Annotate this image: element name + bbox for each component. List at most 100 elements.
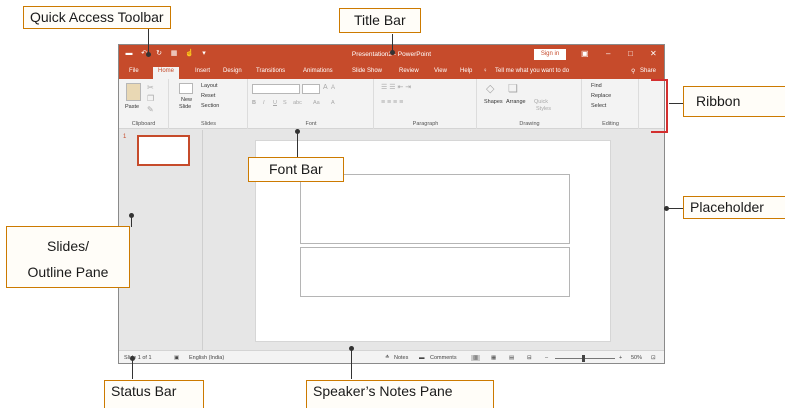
- font-bar-leader: [297, 132, 298, 160]
- notes-icon: ≛: [385, 355, 390, 361]
- slides-group-label: Slides: [201, 121, 216, 127]
- shapes-icon: ◇: [486, 83, 495, 95]
- slides-group: New Slide Layout Reset Section Slides: [170, 79, 248, 129]
- align-icons[interactable]: ≡ ≡ ≡ ≡: [381, 99, 403, 106]
- tab-design[interactable]: Design: [223, 68, 242, 74]
- zoom-level[interactable]: 50%: [631, 355, 642, 361]
- zoom-out-icon[interactable]: –: [545, 355, 548, 361]
- change-case-button[interactable]: Aa: [313, 100, 320, 106]
- title-bar-dot: [390, 50, 395, 55]
- font-name-dropdown[interactable]: [252, 84, 300, 94]
- ribbon-leader: [669, 103, 683, 104]
- format-painter-icon[interactable]: ✎: [147, 105, 154, 114]
- arrange-button[interactable]: Arrange: [506, 99, 526, 105]
- status-bar-leader: [132, 359, 133, 379]
- section-button[interactable]: Section: [201, 103, 219, 109]
- font-bar-callout: Font Bar: [248, 157, 344, 182]
- copy-icon[interactable]: ❐: [147, 94, 154, 103]
- shapes-button[interactable]: Shapes: [484, 99, 503, 105]
- notes-pane-leader: [351, 349, 352, 379]
- quick-styles-button-2[interactable]: Styles: [536, 106, 551, 112]
- slides-pane-dot: [129, 213, 134, 218]
- placeholder-callout: Placeholder: [683, 196, 785, 219]
- font-bar-dot: [295, 129, 300, 134]
- font-group: A A B I U S abc Aa A Font: [249, 79, 374, 129]
- new-slide-label[interactable]: New: [181, 97, 192, 103]
- zoom-slider-thumb[interactable]: [582, 355, 585, 362]
- shadow-button[interactable]: abc: [293, 100, 302, 106]
- clipboard-group-label: Clipboard: [131, 121, 156, 127]
- powerpoint-window: ▬ ↶ ↻ ▦ ☝ ▾ Presentation2 - PowerPoint S…: [118, 44, 665, 364]
- tab-view[interactable]: View: [434, 68, 447, 74]
- spell-check-icon[interactable]: ▣: [174, 355, 179, 361]
- font-color-button[interactable]: A: [331, 100, 335, 106]
- slide-thumbnail[interactable]: [137, 135, 190, 166]
- quick-styles-button[interactable]: Quick: [534, 99, 548, 105]
- cut-icon[interactable]: ✂: [147, 83, 154, 92]
- shrink-font-icon[interactable]: A: [331, 85, 335, 91]
- ribbon-callout: Ribbon: [683, 86, 785, 117]
- bold-button[interactable]: B: [252, 100, 256, 106]
- paste-button[interactable]: Paste: [125, 104, 139, 110]
- select-button[interactable]: Select: [591, 103, 606, 109]
- title-placeholder[interactable]: [300, 174, 570, 244]
- fit-to-window-icon[interactable]: ⊡: [651, 355, 656, 361]
- comments-icon: ▬: [419, 355, 425, 361]
- tab-slide-show[interactable]: Slide Show: [352, 68, 382, 74]
- status-bar-dot: [130, 356, 135, 361]
- slides-pane-callout-line2: Outline Pane: [27, 264, 109, 280]
- font-size-dropdown[interactable]: [302, 84, 320, 94]
- tab-insert[interactable]: Insert: [195, 68, 210, 74]
- slide-sorter-icon[interactable]: ▦: [491, 355, 496, 361]
- tab-file[interactable]: File: [129, 68, 139, 74]
- ribbon-display-options-icon[interactable]: ▣: [581, 49, 589, 59]
- ribbon-tabs: File Home Insert Design Transitions Anim…: [119, 65, 664, 79]
- bullets-icon[interactable]: ☰ ☰ ⇤ ⇥: [381, 83, 411, 91]
- quick-access-leader: [148, 26, 149, 54]
- tab-review[interactable]: Review: [399, 68, 419, 74]
- language-indicator[interactable]: English (India): [189, 355, 224, 361]
- grow-font-icon[interactable]: A: [323, 84, 328, 91]
- slide-number: 1: [123, 134, 127, 140]
- zoom-in-icon[interactable]: +: [619, 355, 622, 361]
- tell-me-search[interactable]: Tell me what you want to do: [495, 68, 569, 74]
- replace-button[interactable]: Replace: [591, 93, 611, 99]
- tab-help[interactable]: Help: [460, 68, 472, 74]
- close-icon[interactable]: ✕: [650, 49, 657, 59]
- reading-view-icon[interactable]: ▤: [509, 355, 514, 361]
- placeholder-leader: [669, 208, 683, 209]
- comments-button[interactable]: Comments: [430, 355, 457, 361]
- layout-button[interactable]: Layout: [201, 83, 218, 89]
- share-button[interactable]: Share: [640, 68, 656, 74]
- slides-pane-leader: [131, 217, 132, 227]
- notes-button[interactable]: Notes: [394, 355, 408, 361]
- tab-home[interactable]: Home: [153, 67, 180, 79]
- tab-transitions[interactable]: Transitions: [256, 68, 285, 74]
- maximize-icon[interactable]: □: [628, 49, 633, 59]
- clipboard-group: Paste ✂ ❐ ✎ Clipboard: [119, 79, 169, 129]
- slideshow-view-icon[interactable]: ⊟: [527, 355, 532, 361]
- share-icon: ⚲: [631, 69, 636, 75]
- tab-animations[interactable]: Animations: [303, 68, 333, 74]
- paragraph-group: ☰ ☰ ⇤ ⇥ ≡ ≡ ≡ ≡ Paragraph: [375, 79, 477, 129]
- italic-button[interactable]: I: [263, 100, 265, 106]
- sign-in-button[interactable]: Sign in: [534, 49, 566, 60]
- drawing-group-label: Drawing: [519, 121, 540, 127]
- paste-icon: [126, 83, 141, 101]
- ribbon-bracket: [651, 79, 668, 133]
- font-group-label: Font: [305, 121, 317, 127]
- find-button[interactable]: Find: [591, 83, 602, 89]
- slide-count: Slide 1 of 1: [124, 355, 152, 361]
- slides-outline-pane-callout: Slides/ Outline Pane: [6, 226, 130, 288]
- slides-outline-pane[interactable]: 1: [119, 130, 203, 352]
- new-slide-label-2[interactable]: Slide: [179, 104, 191, 110]
- underline-button[interactable]: U: [273, 100, 277, 106]
- strikethrough-button[interactable]: S: [283, 100, 287, 106]
- normal-view-icon[interactable]: ▥: [471, 355, 481, 361]
- subtitle-placeholder[interactable]: [300, 247, 570, 297]
- editing-group: Find Replace Select Editing: [583, 79, 639, 129]
- reset-button[interactable]: Reset: [201, 93, 215, 99]
- zoom-slider[interactable]: [555, 358, 615, 359]
- annotated-powerpoint-screenshot: ▬ ↶ ↻ ▦ ☝ ▾ Presentation2 - PowerPoint S…: [0, 0, 785, 408]
- minimize-icon[interactable]: –: [606, 49, 610, 59]
